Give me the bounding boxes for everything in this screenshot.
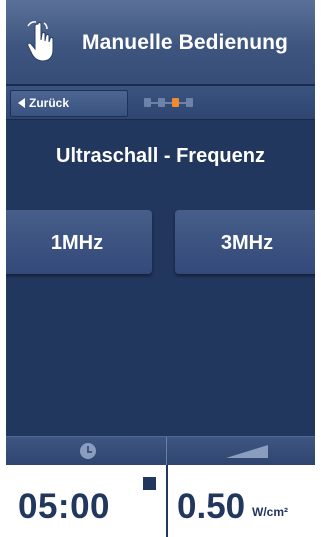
clock-icon (80, 443, 96, 459)
frequency-3mhz-button[interactable]: 3MHz (175, 210, 315, 274)
stop-icon[interactable] (143, 477, 156, 490)
status-icon-bar (6, 436, 315, 465)
back-button-label: Zurück (29, 96, 70, 110)
header: Manuelle Bedienung (6, 0, 315, 86)
readout-panel: 05:00 0.50 W/cm² (6, 465, 315, 537)
option-label: 1MHz (50, 232, 104, 254)
intensity-readout[interactable]: 0.50 (177, 487, 245, 527)
progress-step (144, 98, 151, 107)
intensity-unit: W/cm² (252, 505, 288, 519)
divider (166, 465, 168, 537)
timer-readout[interactable]: 05:00 (18, 487, 110, 527)
progress-link (179, 102, 186, 104)
page-title: Manuelle Bedienung (82, 31, 288, 54)
frequency-1mhz-button[interactable]: 1MHz (6, 210, 152, 274)
section-title: Ultraschall - Frequenz (56, 145, 265, 167)
progress-step (158, 98, 165, 107)
device-frame: Manuelle Bedienung Zurück Ultraschall - … (6, 0, 315, 537)
progress-step-current (172, 98, 179, 107)
hand-pointer-icon (27, 21, 54, 62)
screen: Manuelle Bedienung Zurück Ultraschall - … (6, 0, 315, 537)
back-button[interactable]: Zurück (10, 90, 128, 117)
progress-step (186, 98, 193, 107)
progress-link (165, 102, 172, 104)
arrow-left-icon (18, 98, 25, 108)
progress-link (151, 102, 158, 104)
option-label: 3MHz (220, 232, 274, 254)
divider (166, 437, 167, 465)
nav-bar: Zurück (6, 86, 315, 120)
ramp-icon (226, 445, 268, 458)
